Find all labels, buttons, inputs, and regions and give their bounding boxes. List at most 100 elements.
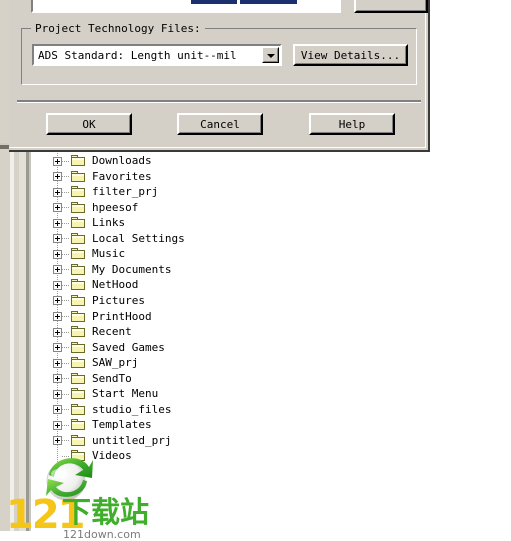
plus-box-icon[interactable]: [53, 156, 62, 166]
folder-icon: [71, 186, 86, 198]
tree-connector-dots: [62, 207, 70, 209]
folder-icon: [71, 310, 86, 323]
tree-item-label: Recent: [92, 325, 132, 339]
plus-box-icon[interactable]: [53, 436, 62, 446]
tree-item-downloads[interactable]: Downloads: [31, 153, 152, 169]
folder-icon: [71, 170, 86, 183]
folder-icon: [71, 388, 86, 400]
tree-item-label: studio_files: [92, 402, 172, 416]
plus-box-icon[interactable]: [53, 249, 62, 259]
folder-icon: [71, 419, 86, 431]
plus-box-icon[interactable]: [53, 280, 62, 290]
plus-box-icon[interactable]: [53, 389, 62, 399]
tree-item-label: My Documents: [92, 262, 172, 276]
tree-item-label: Local Settings: [92, 231, 185, 245]
tree-connector-dots: [62, 440, 70, 442]
tree-item-nethood[interactable]: NetHood: [31, 277, 138, 293]
tree-connector-dots: [62, 393, 70, 395]
technology-file-selected-value: ADS Standard: Length unit--mil: [38, 48, 237, 62]
plus-box-icon[interactable]: [53, 374, 62, 384]
tree-connector-dots: [62, 316, 70, 317]
technology-file-combobox[interactable]: ADS Standard: Length unit--mil: [32, 44, 282, 66]
tree-connector-dots: [62, 284, 70, 286]
project-technology-files-group: Project Technology Files: ADS Standard: …: [21, 22, 417, 85]
text-caret: [237, 0, 240, 4]
footer-separator: [17, 100, 421, 103]
folder-icon: [71, 263, 86, 276]
plus-box-icon[interactable]: [53, 172, 62, 182]
plus-box-icon[interactable]: [53, 265, 62, 275]
folder-icon: [71, 201, 86, 214]
group-box-title: Project Technology Files:: [31, 22, 205, 35]
tree-connector-dots: [62, 331, 70, 333]
tree-connector-dots: [62, 362, 70, 364]
plus-box-icon[interactable]: [53, 327, 62, 337]
tree-item-start-menu[interactable]: Start Menu: [31, 386, 158, 402]
folder-icon: [71, 294, 86, 307]
folder-icon: [71, 279, 86, 291]
view-details-label: View Details...: [300, 48, 401, 62]
tree-item-hpeesof[interactable]: hpeesof: [31, 200, 138, 216]
tree-item-filter-prj[interactable]: filter_prj: [31, 184, 158, 200]
cancel-label: Cancel: [200, 117, 240, 131]
tree-connector-dots: [62, 347, 70, 349]
tree-connector-dots: [62, 269, 70, 271]
folder-icon: [71, 217, 86, 229]
plus-box-icon[interactable]: [53, 343, 62, 353]
tree-item-label: SendTo: [92, 371, 132, 385]
folder-icon: [71, 341, 86, 354]
tree-item-label: Videos: [92, 449, 132, 463]
tree-connector-dots: [62, 378, 70, 380]
folder-icon: [71, 326, 86, 338]
plus-box-icon[interactable]: [53, 218, 62, 228]
tree-connector-dots: [62, 253, 70, 255]
tree-item-studio-files[interactable]: studio_files: [31, 402, 171, 418]
tree-item-pictures[interactable]: Pictures: [31, 293, 145, 309]
tree-item-saw-prj[interactable]: SAW_prj: [31, 355, 138, 371]
tree-connector-dots: [62, 160, 70, 162]
tree-item-videos[interactable]: Videos: [31, 448, 132, 464]
tree-item-label: Downloads: [92, 154, 152, 167]
project-name-input[interactable]: [31, 0, 341, 13]
plus-box-icon[interactable]: [53, 358, 62, 368]
tree-item-printhood[interactable]: PrintHood: [31, 309, 152, 325]
tree-item-favorites[interactable]: Favorites: [31, 169, 152, 185]
plus-box-icon[interactable]: [53, 187, 62, 197]
text-selection-highlight: [191, 0, 297, 4]
tree-item-my-documents[interactable]: My Documents: [31, 262, 171, 278]
tree-connector-dots: [62, 222, 70, 224]
ok-label: OK: [82, 117, 96, 131]
tree-item-templates[interactable]: Templates: [31, 417, 152, 433]
plus-box-icon[interactable]: [53, 203, 62, 213]
tree-item-label: NetHood: [92, 278, 139, 292]
new-project-dialog: Project Technology Files: ADS Standard: …: [9, 0, 430, 152]
plus-box-icon[interactable]: [53, 420, 62, 430]
tree-connector-dots: [62, 191, 70, 193]
tree-item-music[interactable]: Music: [31, 246, 125, 262]
plus-box-icon[interactable]: [53, 234, 62, 244]
tree-item-label: Links: [92, 216, 126, 230]
tree-item-label: Saved Games: [92, 340, 165, 354]
folder-icon: [71, 357, 86, 369]
tree-item-saved-games[interactable]: Saved Games: [31, 340, 165, 356]
plus-box-icon[interactable]: [53, 405, 62, 415]
tree-item-label: filter_prj: [92, 185, 159, 199]
view-details-button[interactable]: View Details...: [293, 44, 408, 66]
tree-item-links[interactable]: Links: [31, 215, 125, 231]
tree-item-label: SAW_prj: [92, 356, 139, 370]
help-button[interactable]: Help: [309, 113, 395, 135]
browse-button[interactable]: [354, 0, 428, 13]
chevron-down-icon[interactable]: [262, 47, 279, 63]
tree-item-untitled-prj[interactable]: untitled_prj: [31, 433, 171, 449]
tree-connector-dots: [62, 455, 70, 457]
help-label: Help: [338, 117, 366, 131]
cancel-button[interactable]: Cancel: [177, 113, 263, 135]
tree-item-local-settings[interactable]: Local Settings: [31, 231, 185, 247]
ok-button[interactable]: OK: [46, 113, 132, 135]
tree-item-sendto[interactable]: SendTo: [31, 371, 132, 387]
tree-item-recent[interactable]: Recent: [31, 324, 132, 340]
tree-connector-dots: [62, 409, 70, 411]
tree-item-label: Templates: [92, 418, 152, 432]
plus-box-icon[interactable]: [53, 312, 62, 321]
plus-box-icon[interactable]: [53, 296, 62, 306]
